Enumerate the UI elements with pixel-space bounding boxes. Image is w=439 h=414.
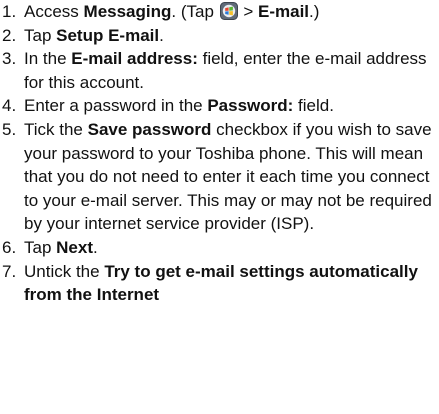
text-run: . [159,25,164,45]
step-text: Tick the Save password checkbox if you w… [24,120,432,233]
bold-term: Save password [87,119,212,139]
bold-term: Setup E-mail [56,25,160,45]
step-text: Access Messaging. (Tap > E-mail.) [24,2,319,21]
step-number: 1. [2,2,17,21]
bold-term: Messaging [83,2,172,21]
step-text: Tap Next. [24,238,98,257]
step-item: 5. Tick the Save password checkbox if you… [0,118,439,236]
step-text: In the E-mail address: field, enter the … [24,49,427,92]
text-run: Tap [24,237,57,257]
step-number: 4. [2,96,17,116]
windows-start-icon [219,2,238,20]
text-run: .) [309,2,320,21]
text-run: In the [24,49,72,69]
text-run: Untick the [24,261,105,281]
step-item: 1. Access Messaging. (Tap > E-mail.) [0,0,439,24]
step-text: Untick the Try to get e-mail settings au… [24,262,418,305]
bold-term: Password: [207,96,294,116]
text-run: > [238,2,259,21]
step-number: 2. [2,25,17,45]
step-item: 2. Tap Setup E-mail. [0,24,439,48]
text-run: . [93,237,98,257]
step-item: 7. Untick the Try to get e-mail settings … [0,260,439,307]
text-run: Access [24,2,84,21]
step-number: 6. [2,237,17,257]
step-number: 5. [2,119,17,139]
step-item: 6. Tap Next. [0,236,439,260]
instruction-steps-list: 1. Access Messaging. (Tap > E-mail.) 2. Tap… [0,0,439,307]
text-run: field. [293,96,334,116]
text-run: Tick the [24,119,88,139]
step-item: 4. Enter a password in the Password: fiel… [0,94,439,118]
step-number: 3. [2,49,17,69]
step-text: Enter a password in the Password: field. [24,96,334,115]
step-text: Tap Setup E-mail. [24,26,164,45]
text-run: Tap [24,25,57,45]
bold-term: E-mail address: [71,49,198,69]
bold-term: E-mail [258,2,310,21]
step-number: 7. [2,261,17,281]
text-run: Enter a password in the [24,96,208,116]
text-run: . (Tap [171,2,219,21]
step-item: 3. In the E-mail address: field, enter th… [0,47,439,94]
bold-term: Next [56,237,93,257]
